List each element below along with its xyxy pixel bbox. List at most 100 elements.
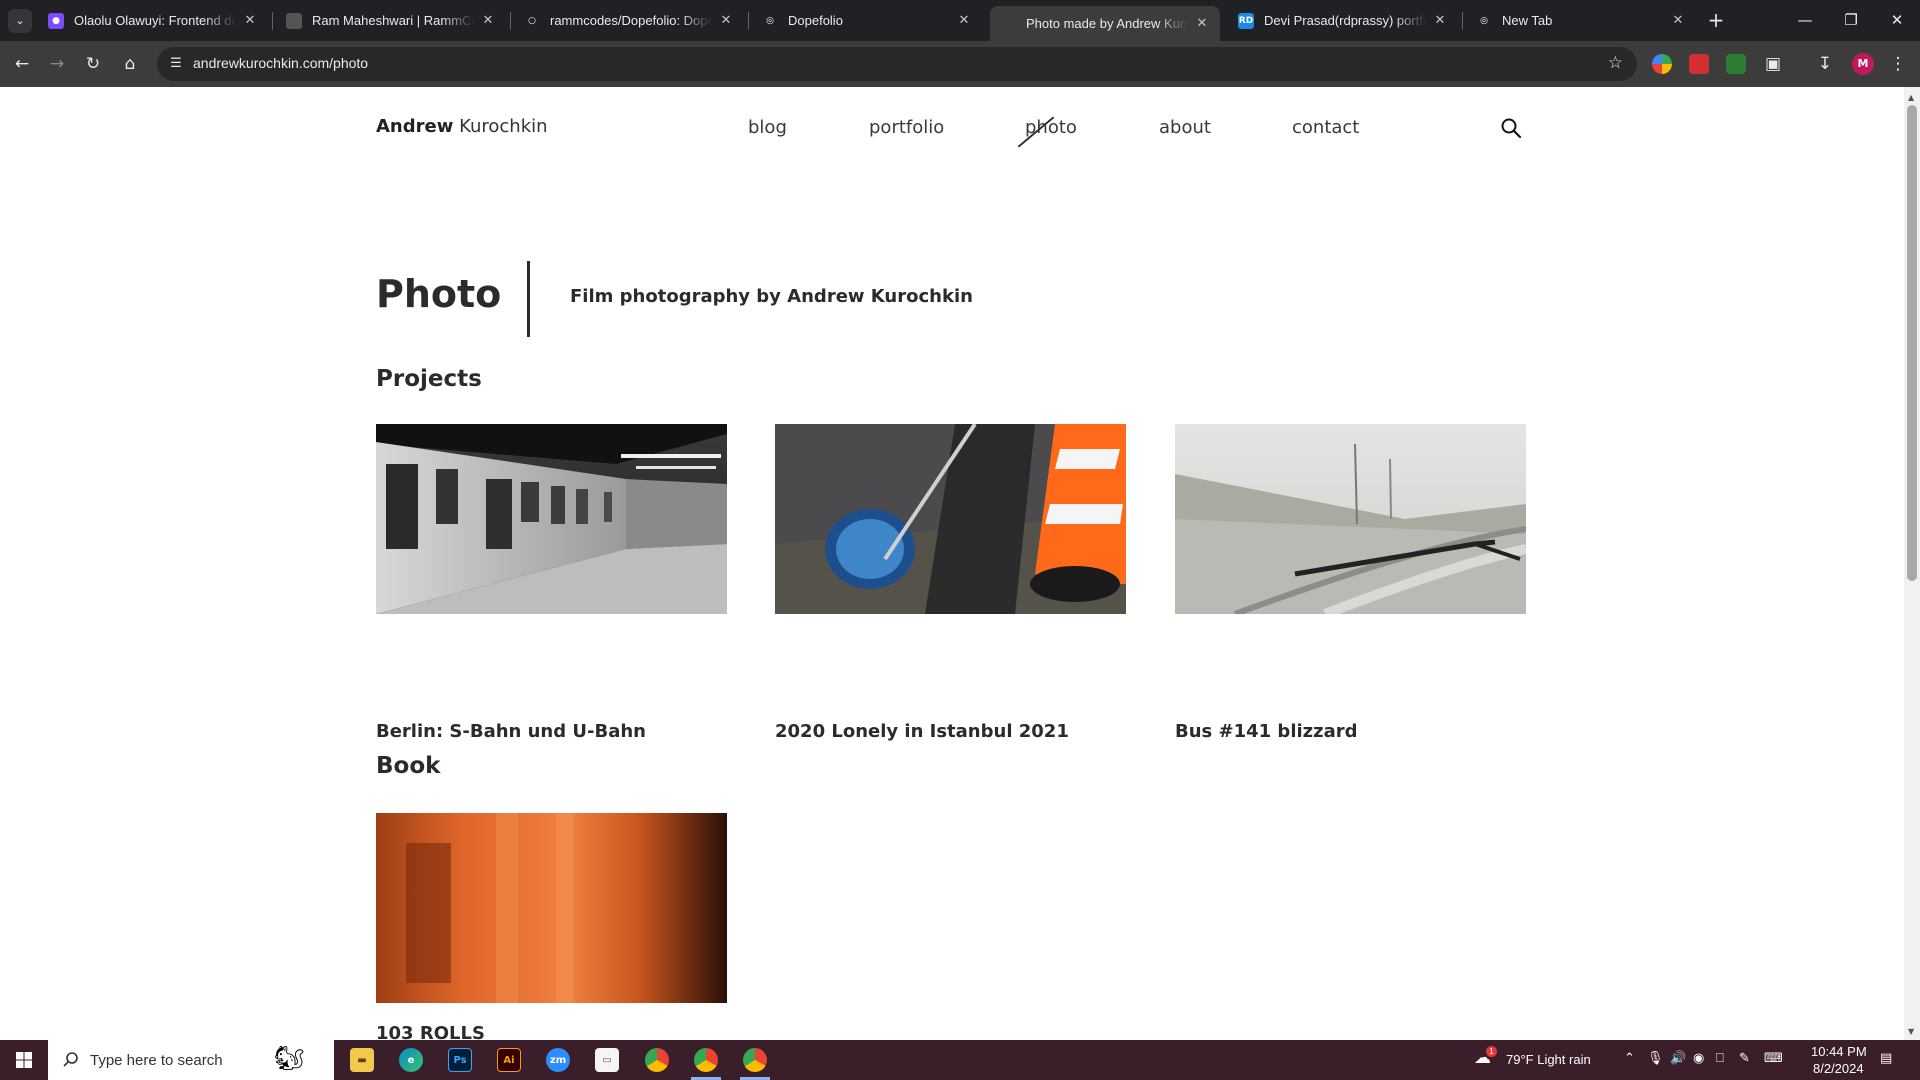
bookmark-star-icon[interactable]: ☆ [1608,53,1623,73]
minimize-button[interactable]: — [1782,0,1828,41]
browser-tab[interactable]: Photo made by Andrew Kuroch ✕ [990,6,1220,41]
nav-blog[interactable]: blog [748,117,787,138]
page-subtitle: Film photography by Andrew Kurochkin [570,286,973,307]
home-icon[interactable]: ⌂ [116,50,144,78]
taskbar-search-box[interactable]: Type here to search 🐿 [48,1040,334,1080]
book-title-103-rolls[interactable]: 103 ROLLS [376,1023,485,1040]
project-image-istanbul[interactable] [775,424,1126,614]
taskbar-search-placeholder: Type here to search [90,1051,223,1069]
profile-avatar[interactable]: M [1852,53,1874,75]
nav-contact[interactable]: contact [1292,117,1359,138]
address-bar[interactable]: ☰ andrewkurochkin.com/photo ☆ [157,47,1637,81]
windows-start-icon[interactable] [0,1040,48,1080]
keyboard-icon[interactable]: ⌨ [1764,1051,1783,1066]
tab-separator [1462,12,1463,30]
scroll-down-arrow-icon[interactable]: ▼ [1908,1027,1914,1036]
photoshop-icon[interactable]: Ps [448,1048,472,1072]
pen-icon[interactable]: ✎ [1739,1051,1750,1066]
tab-close-icon[interactable]: ✕ [1194,16,1210,31]
network-icon[interactable]: ⎕ [1716,1051,1724,1066]
downloads-icon[interactable]: ↧ [1811,50,1839,78]
tab-title: rammcodes/Dopefolio: Dopefo [550,13,712,28]
tab-title: Ram Maheshwari | RammCode [312,13,474,28]
taskbar-search-icon [63,1052,78,1067]
extension-colorful-icon[interactable] [1652,54,1672,74]
project-title-istanbul[interactable]: 2020 Lonely in Istanbul 2021 [775,721,1069,742]
tab-title: Dopefolio [788,13,843,28]
zoom-icon[interactable]: zm [546,1048,570,1072]
illustrator-icon[interactable]: Ai [497,1048,521,1072]
tab-favicon-icon: ◎ [762,12,778,29]
tab-separator [748,12,749,30]
tab-title: Photo made by Andrew Kuroch [1026,16,1188,31]
chrome-profile-m-icon[interactable] [694,1048,718,1072]
notifications-icon[interactable]: ▤ [1880,1051,1892,1066]
file-explorer-icon[interactable]: ▬ [350,1048,374,1072]
chrome-icon[interactable] [645,1048,669,1072]
edge-browser-icon[interactable]: e [399,1048,423,1072]
search-icon[interactable] [1500,117,1522,139]
tab-favicon-icon: ○ [524,12,540,29]
chrome-profile-2-icon[interactable] [743,1048,767,1072]
page-scrollbar[interactable]: ▲ ▼ [1904,87,1920,1040]
tab-close-icon[interactable]: ✕ [480,13,496,28]
browser-tab[interactable]: ● Olaolu Olawuyi: Frontend deve ✕ [38,5,268,36]
volume-icon[interactable]: 🔊 [1670,1051,1686,1066]
logo-first-name: Andrew [376,116,454,137]
camera-icon[interactable]: ◉ [1693,1051,1704,1066]
search-highlight-squirrel-icon: 🐿 [274,1044,305,1072]
extension-green-icon[interactable] [1726,54,1746,74]
scroll-up-arrow-icon[interactable]: ▲ [1908,93,1914,102]
project-image-subway[interactable] [376,424,727,614]
browser-tab[interactable]: ◎ Dopefolio ✕ [752,5,982,36]
tab-title: Devi Prasad(rdprassy) portfolio [1264,13,1426,28]
tab-close-icon[interactable]: ✕ [242,13,258,28]
browser-tab[interactable]: Ram Maheshwari | RammCode ✕ [276,5,506,36]
scrollbar-thumb[interactable] [1907,105,1917,581]
microphone-icon[interactable]: 🎙 [1647,1051,1664,1066]
site-logo[interactable]: Andrew Kurochkin [376,116,548,137]
tab-favicon-icon: RD [1238,12,1254,29]
project-title-blizzard[interactable]: Bus #141 blizzard [1175,721,1358,742]
url-text[interactable]: andrewkurochkin.com/photo [193,55,368,71]
clock-date[interactable]: 8/2/2024 [1813,1061,1864,1076]
tab-close-icon[interactable]: ✕ [718,13,734,28]
site-info-icon[interactable]: ☰ [167,55,185,73]
browser-tab[interactable]: ○ rammcodes/Dopefolio: Dopefo ✕ [514,5,744,36]
browser-toolbar: ← → ↻ ⌂ ☰ andrewkurochkin.com/photo ☆ ▣ … [0,41,1920,87]
tab-search-chevron-icon[interactable]: ⌄ [8,9,32,33]
book-image-103-rolls[interactable] [376,813,727,1003]
tab-favicon-icon: ● [48,12,64,29]
extensions-puzzle-icon[interactable]: ▣ [1759,50,1787,78]
close-window-button[interactable]: ✕ [1874,0,1920,41]
tab-close-icon[interactable]: ✕ [956,13,972,28]
extension-red-icon[interactable] [1689,54,1709,74]
restore-button[interactable]: ❐ [1828,0,1874,41]
title-divider [527,261,530,337]
browser-tab-strip: ⌄ ● Olaolu Olawuyi: Frontend deve ✕ Ram Mah… [0,0,1920,41]
book-heading: Book [376,753,441,779]
back-icon[interactable]: ← [8,50,36,78]
logo-last-name: Kurochkin [459,116,548,137]
new-tab-button[interactable]: + [1704,8,1728,32]
reload-icon[interactable]: ↻ [79,50,107,78]
tab-favicon-icon: ◎ [1476,12,1492,29]
clock-time[interactable]: 10:44 PM [1811,1044,1867,1059]
tab-favicon-icon [1000,15,1016,32]
tab-favicon-icon [286,12,302,29]
page-title: Photo [376,272,502,316]
browser-tab[interactable]: RD Devi Prasad(rdprassy) portfolio ✕ [1228,5,1458,36]
project-image-blizzard[interactable] [1175,424,1526,614]
browser-menu-icon[interactable]: ⋮ [1884,50,1912,78]
weather-text[interactable]: 79°F Light rain [1506,1052,1591,1067]
tab-title: New Tab [1502,13,1553,28]
tray-overflow-chevron-icon[interactable]: ⌃ [1624,1051,1635,1066]
browser-tab[interactable]: ◎ New Tab ✕ [1466,5,1696,36]
nav-about[interactable]: about [1159,117,1211,138]
project-title-berlin[interactable]: Berlin: S-Bahn und U-Bahn [376,721,646,742]
tab-close-icon[interactable]: ✕ [1670,13,1686,28]
forward-icon[interactable]: → [43,50,71,78]
tab-close-icon[interactable]: ✕ [1432,13,1448,28]
nav-portfolio[interactable]: portfolio [869,117,944,138]
notepad-file-icon[interactable]: ▭ [595,1048,619,1072]
